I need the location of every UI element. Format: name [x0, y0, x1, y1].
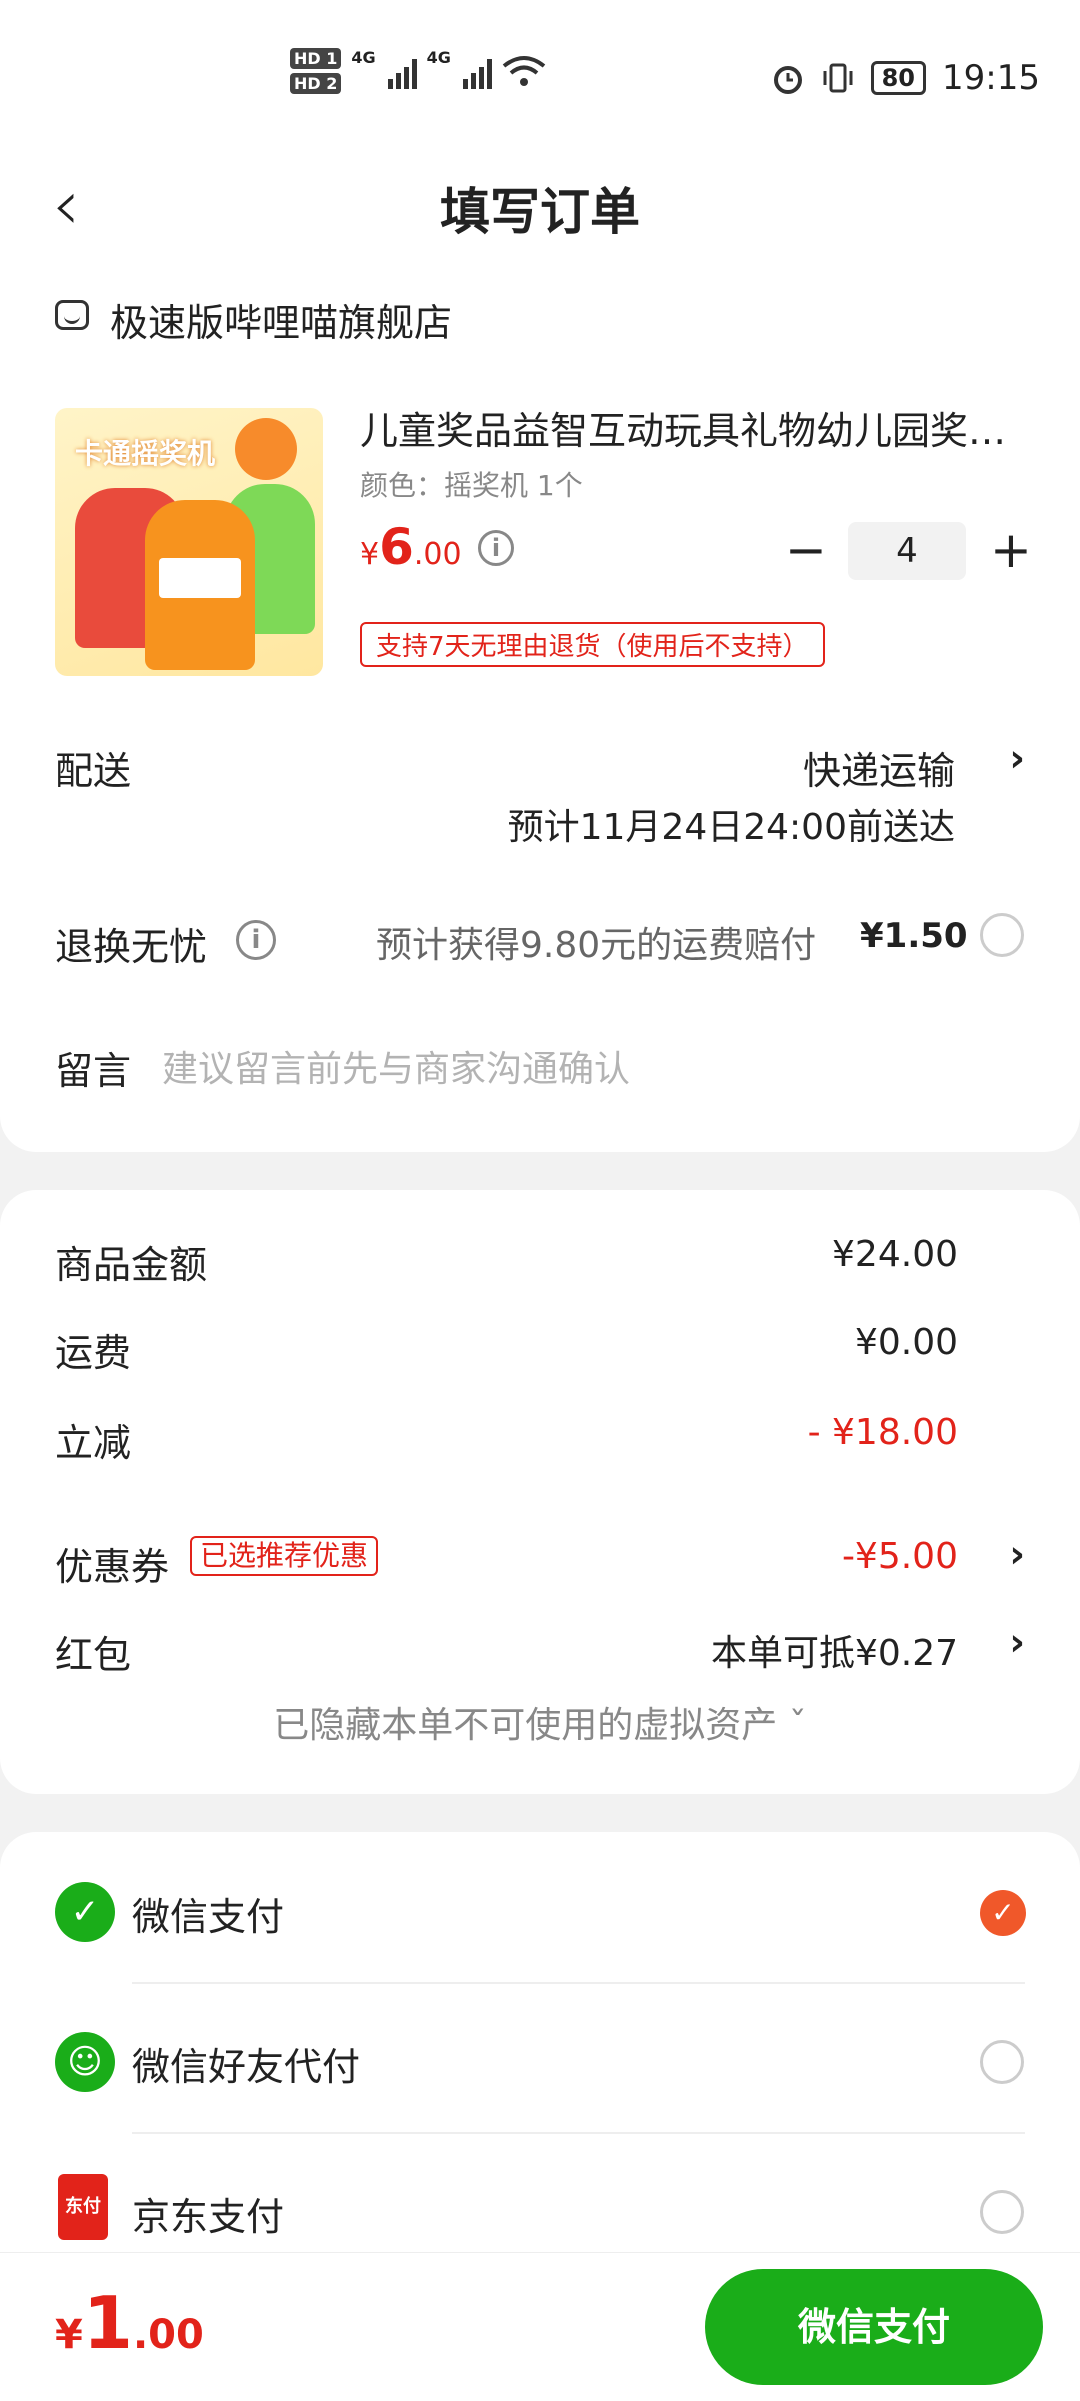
coupon-tag: 已选推荐优惠: [190, 1536, 379, 1576]
store-name[interactable]: 极速版哔哩喵旗舰店: [110, 292, 452, 347]
network-label-1: 4G: [351, 48, 376, 67]
worry-free-info-icon[interactable]: i: [236, 920, 276, 960]
vibrate-icon: [823, 63, 853, 93]
slot-window: [159, 558, 241, 598]
total-currency: ¥: [55, 2312, 83, 2358]
payment-option-wechat-friend[interactable]: ☺ 微信好友代付: [0, 1982, 1080, 2132]
delivery-eta: 预计11月24日24:00前送达: [507, 807, 955, 848]
wechat-pay-icon: ✓: [55, 1882, 115, 1942]
discount-label: 立减: [55, 1421, 132, 1465]
worry-free-description: 预计获得9.80元的运费赔付: [376, 925, 817, 966]
total-integer: 1: [82, 2281, 133, 2365]
quantity-plus-button[interactable]: +: [990, 520, 1032, 580]
quantity-minus-button[interactable]: −: [785, 520, 827, 580]
price-info-icon[interactable]: i: [478, 530, 514, 566]
quantity-stepper[interactable]: 4: [848, 522, 966, 580]
coupon-value[interactable]: -¥5.00: [842, 1536, 958, 1577]
signal-group: HD 1 HD 2 4G 4G: [290, 48, 546, 94]
delivery-label: 配送: [55, 749, 132, 793]
battery-icon: 80: [870, 61, 927, 95]
goods-amount-value: ¥24.00: [832, 1234, 958, 1275]
product-price: ¥6.00: [360, 518, 462, 576]
red-packet-value[interactable]: 本单可抵¥0.27: [711, 1624, 958, 1676]
payment-label: 京东支付: [132, 2195, 285, 2239]
shipping-value: ¥0.00: [854, 1322, 958, 1363]
payment-label: 微信支付: [132, 1895, 285, 1939]
goods-amount-label: 商品金额: [55, 1243, 208, 1287]
product-image-sun: [235, 418, 297, 480]
network-label-2: 4G: [426, 48, 451, 67]
bottom-bar: ¥1.00 微信支付: [0, 2252, 1080, 2401]
payment-option-wechat[interactable]: ✓ 微信支付 ✓: [0, 1832, 1080, 1982]
return-policy-tag: 支持7天无理由退货（使用后不支持）: [360, 622, 825, 667]
wifi-icon: [502, 56, 546, 86]
message-label: 留言: [55, 1049, 132, 1093]
red-packet-label: 红包: [55, 1633, 132, 1677]
payment-radio[interactable]: [980, 2040, 1024, 2084]
product-image[interactable]: 卡通摇奖机: [55, 408, 323, 676]
hd2-label: HD 2: [290, 73, 342, 94]
order-card: 极速版哔哩喵旗舰店 卡通摇奖机 儿童奖品益智互动玩具礼物幼儿园奖… 颜色：摇奖机…: [0, 240, 1080, 1152]
signal-icon-2: [462, 53, 492, 89]
product-image-title: 卡通摇奖机: [75, 437, 216, 470]
summary-card: 商品金额 ¥24.00 运费 ¥0.00 立减 - ¥18.00 优惠券 已选推…: [0, 1190, 1080, 1794]
worry-free-price: ¥1.50: [860, 916, 968, 956]
worry-free-label: 退换无忧: [55, 925, 208, 969]
total-decimal: .00: [132, 2312, 204, 2358]
clock: 19:15: [942, 58, 1040, 98]
price-currency: ¥: [360, 537, 380, 572]
product-title[interactable]: 儿童奖品益智互动玩具礼物幼儿园奖…: [360, 400, 1030, 455]
payment-radio[interactable]: [980, 2190, 1024, 2234]
price-integer: 6: [379, 518, 414, 576]
signal-icon: [387, 53, 417, 89]
hd-indicator: HD 1 HD 2: [290, 48, 342, 94]
coupon-label: 优惠券: [55, 1545, 170, 1589]
payment-label: 微信好友代付: [132, 2045, 361, 2089]
alarm-icon: [773, 66, 802, 94]
message-input[interactable]: 建议留言前先与商家沟通确认: [162, 1040, 630, 1092]
hd1-label: HD 1: [290, 48, 342, 69]
status-right: 80 19:15: [771, 58, 1040, 98]
discount-value: - ¥18.00: [807, 1412, 958, 1453]
price-decimal: .00: [413, 537, 462, 572]
worry-free-radio[interactable]: [980, 913, 1024, 957]
total-price: ¥1.00: [55, 2281, 204, 2365]
wechat-friend-pay-icon: ☺: [55, 2032, 115, 2092]
product-spec[interactable]: 颜色：摇奖机 1个: [360, 464, 583, 504]
coupon-chevron-icon[interactable]: ›: [1009, 1532, 1025, 1576]
delivery-method[interactable]: 快递运输: [803, 740, 955, 795]
checkmark-selected-icon[interactable]: ✓: [980, 1890, 1026, 1936]
page-title: 填写订单: [440, 183, 640, 241]
status-bar: HD 1 HD 2 4G 4G 80 19:15: [0, 0, 1080, 150]
shipping-label: 运费: [55, 1331, 132, 1375]
wechat-pay-button[interactable]: 微信支付: [705, 2269, 1043, 2385]
chevron-right-icon[interactable]: ›: [1009, 736, 1025, 780]
store-icon: [55, 300, 89, 330]
hidden-assets-toggle[interactable]: 已隐藏本单不可使用的虚拟资产 ˇ: [0, 1696, 1080, 1748]
jd-pay-icon: 东付: [58, 2174, 108, 2240]
red-packet-chevron-icon[interactable]: ›: [1009, 1620, 1025, 1664]
